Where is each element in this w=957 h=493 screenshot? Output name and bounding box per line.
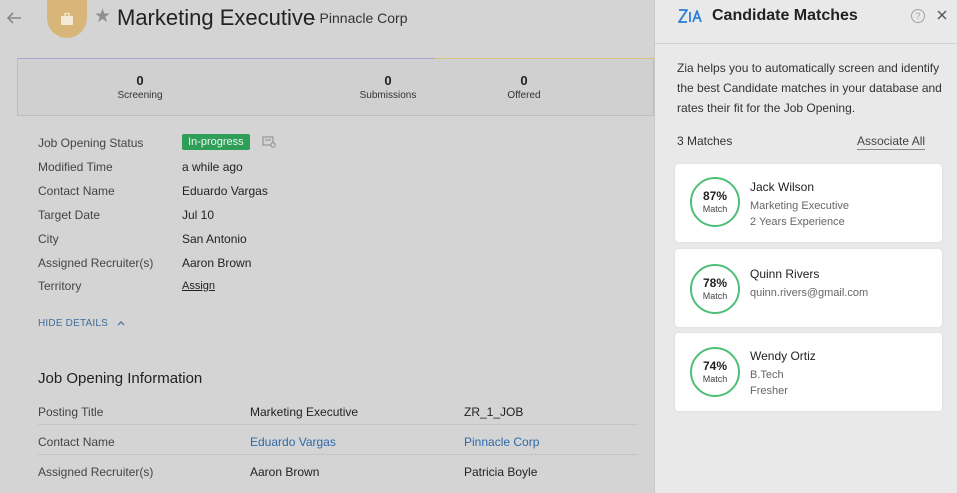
match-score-ring: 87% Match [690,177,740,227]
assigned-recruiter-label: Assigned Recruiter(s) [38,465,154,479]
contact-name-link[interactable]: Eduardo Vargas [250,435,336,449]
match-percent: 74% [702,359,728,373]
match-label: Match [702,374,728,384]
city-value: San Antonio [182,232,247,246]
status-badge[interactable]: In-progress [182,134,250,150]
matches-count: 3 Matches [677,134,733,148]
match-percent: 87% [702,189,728,203]
account-manager-value: Patricia Boyle [464,465,538,479]
client-name-link[interactable]: Pinnacle Corp [464,435,539,449]
match-percent: 78% [702,276,728,290]
stat-label: Submissions [359,90,417,101]
stat-offered[interactable]: 0 Offered [474,73,574,101]
match-score-ring: 78% Match [690,264,740,314]
posting-title-value: Marketing Executive [250,405,359,419]
candidate-education: B.Tech [750,369,784,381]
match-score-ring: 74% Match [690,347,740,397]
modified-time-label: Modified Time [38,160,113,174]
assigned-recruiter-label: Assigned Recruiter(s) [38,256,154,270]
stat-count: 0 [520,73,528,88]
favorite-star-icon[interactable]: ★ [94,5,111,28]
assign-territory-link[interactable]: Assign [182,280,215,292]
contact-name-label: Contact Name [38,184,115,198]
help-icon[interactable]: ? [911,9,925,23]
candidate-card[interactable]: 74% Match Wendy Ortiz B.Tech Fresher [675,333,942,411]
job-opening-page: ★ Marketing Executive - Pinnacle Corp 0 … [0,0,654,493]
match-label: Match [702,204,728,214]
assigned-recruiter-value: Aaron Brown [250,465,320,479]
stat-label: Screening [117,90,163,101]
modified-time-value: a while ago [182,160,243,174]
posting-title-label: Posting Title [38,405,104,419]
city-label: City [38,232,59,246]
panel-title: Candidate Matches [712,7,858,24]
section-title: Job Opening Information [38,370,203,387]
job-briefcase-icon [47,0,87,38]
candidate-card[interactable]: 78% Match Quinn Rivers quinn.rivers@gmai… [675,249,942,327]
row-divider [38,424,638,425]
back-arrow-icon[interactable] [4,8,24,28]
match-label: Match [702,291,728,301]
panel-description: Zia helps you to automatically screen an… [677,61,942,115]
edit-status-icon[interactable] [262,136,276,148]
candidate-name[interactable]: Jack Wilson [750,180,814,194]
chevron-up-icon [117,321,125,326]
stat-submissions[interactable]: 0 Submissions [338,73,438,101]
stat-label: Offered [507,90,541,101]
hide-details-toggle[interactable]: HIDE DETAILS [38,318,126,329]
assigned-recruiter-value: Aaron Brown [182,256,252,270]
candidate-name[interactable]: Quinn Rivers [750,267,819,281]
job-title: Marketing Executive [117,5,316,30]
panel-header: Candidate Matches ? [655,0,957,44]
row-divider [38,454,638,455]
candidate-experience: Fresher [750,385,788,397]
zia-logo-icon [678,9,702,23]
target-date-label: Target Date [38,208,101,222]
candidate-card[interactable]: 87% Match Jack Wilson Marketing Executiv… [675,164,942,242]
candidate-matches-panel: Candidate Matches ? Zia helps you to aut… [654,0,957,493]
contact-name-value: Eduardo Vargas [182,184,268,198]
stat-screening[interactable]: 0 Screening [90,73,190,101]
candidate-title: Marketing Executive [750,200,850,212]
contact-name-label: Contact Name [38,435,115,449]
job-id-value: ZR_1_JOB [464,405,524,419]
candidate-experience: 2 Years Experience [750,216,845,228]
hide-details-label: HIDE DETAILS [38,318,109,329]
associate-all-button[interactable]: Associate All [857,134,926,150]
candidate-email: quinn.rivers@gmail.com [750,287,869,299]
territory-label: Territory [38,279,82,293]
close-icon[interactable] [935,8,949,22]
stat-count: 0 [384,73,392,88]
status-label: Job Opening Status [38,136,144,150]
candidate-name[interactable]: Wendy Ortiz [750,349,816,363]
target-date-value: Jul 10 [182,208,215,222]
stat-count: 0 [136,73,144,88]
company-name[interactable]: - Pinnacle Corp [311,10,408,26]
